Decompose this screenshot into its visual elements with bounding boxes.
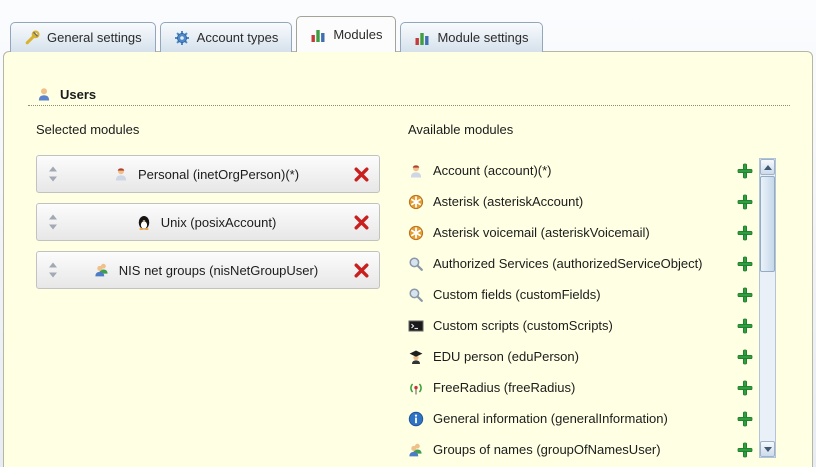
available-module-label: Authorized Services (authorizedServiceOb… <box>433 256 703 271</box>
group-icon <box>408 442 424 458</box>
remove-module-button[interactable] <box>352 165 370 183</box>
section-title: Users <box>60 87 96 102</box>
tab-general-settings[interactable]: General settings <box>10 22 156 52</box>
drag-handle-icon[interactable] <box>46 262 60 278</box>
available-modules-heading: Available modules <box>408 122 754 137</box>
available-module-row: EDU person (eduPerson) <box>408 341 754 372</box>
selected-module-row[interactable]: Personal (inetOrgPerson)(*) <box>36 155 380 193</box>
tab-label: General settings <box>47 30 142 45</box>
available-module-row: Custom scripts (customScripts) <box>408 310 754 341</box>
asterisk-icon <box>408 225 424 241</box>
available-modules-scrollbar[interactable] <box>759 158 776 458</box>
gear-icon <box>174 30 190 46</box>
available-module-row: Groups of names (groupOfNamesUser) <box>408 434 754 465</box>
scrollbar-thumb[interactable] <box>760 176 775 272</box>
available-module-label: Asterisk (asteriskAccount) <box>433 194 583 209</box>
available-module-label: Account (account)(*) <box>433 163 552 178</box>
tools-icon <box>24 30 40 46</box>
available-module-label: Asterisk voicemail (asteriskVoicemail) <box>433 225 650 240</box>
radius-icon <box>408 380 424 396</box>
triangle-up-icon <box>764 165 772 170</box>
add-module-button[interactable] <box>736 255 754 273</box>
tab-label: Module settings <box>437 30 528 45</box>
available-module-label: EDU person (eduPerson) <box>433 349 579 364</box>
available-module-row: General information (generalInformation) <box>408 403 754 434</box>
group-icon <box>94 262 110 278</box>
drag-handle-icon[interactable] <box>46 214 60 230</box>
add-module-button[interactable] <box>736 441 754 459</box>
add-module-button[interactable] <box>736 348 754 366</box>
terminal-icon <box>408 318 424 334</box>
available-module-label: Groups of names (groupOfNamesUser) <box>433 442 661 457</box>
tab-bar: General settings Account types Modules Modu… <box>10 16 543 52</box>
section-divider <box>28 105 790 106</box>
selected-module-label: NIS net groups (nisNetGroupUser) <box>119 263 318 278</box>
tab-account-types[interactable]: Account types <box>160 22 293 52</box>
asterisk-icon <box>408 194 424 210</box>
available-modules-column: Available modules Account (account)(*) As… <box>408 122 754 465</box>
selected-module-label: Unix (posixAccount) <box>161 215 277 230</box>
modules-icon <box>310 27 326 43</box>
selected-module-content: NIS net groups (nisNetGroupUser) <box>60 262 352 278</box>
add-module-button[interactable] <box>736 379 754 397</box>
selected-module-content: Personal (inetOrgPerson)(*) <box>60 166 352 182</box>
selected-modules-list: Personal (inetOrgPerson)(*) Unix (posixAc… <box>36 155 380 289</box>
available-module-label: FreeRadius (freeRadius) <box>433 380 575 395</box>
remove-module-button[interactable] <box>352 213 370 231</box>
unix-icon <box>136 214 152 230</box>
add-module-button[interactable] <box>736 193 754 211</box>
remove-module-button[interactable] <box>352 261 370 279</box>
scrollbar-down-button[interactable] <box>760 441 775 457</box>
available-module-row: Asterisk voicemail (asteriskVoicemail) <box>408 217 754 248</box>
selected-modules-heading: Selected modules <box>36 122 380 137</box>
tab-module-settings[interactable]: Module settings <box>400 22 542 52</box>
add-module-button[interactable] <box>736 162 754 180</box>
info-icon <box>408 411 424 427</box>
available-module-label: Custom fields (customFields) <box>433 287 601 302</box>
available-module-row: Account (account)(*) <box>408 155 754 186</box>
available-module-label: General information (generalInformation) <box>433 411 668 426</box>
add-module-button[interactable] <box>736 410 754 428</box>
available-module-row: Asterisk (asteriskAccount) <box>408 186 754 217</box>
selected-module-label: Personal (inetOrgPerson)(*) <box>138 167 299 182</box>
available-module-row: Authorized Services (authorizedServiceOb… <box>408 248 754 279</box>
tab-label: Account types <box>197 30 279 45</box>
user-icon <box>36 86 52 102</box>
add-module-button[interactable] <box>736 224 754 242</box>
personal-icon <box>113 166 129 182</box>
triangle-down-icon <box>764 447 772 452</box>
personal-icon <box>408 163 424 179</box>
selected-module-content: Unix (posixAccount) <box>60 214 352 230</box>
add-module-button[interactable] <box>736 317 754 335</box>
drag-handle-icon[interactable] <box>46 166 60 182</box>
tab-label: Modules <box>333 27 382 42</box>
selected-module-row[interactable]: Unix (posixAccount) <box>36 203 380 241</box>
available-modules-list: Account (account)(*) Asterisk (asteriskAc… <box>408 155 754 465</box>
available-module-row: FreeRadius (freeRadius) <box>408 372 754 403</box>
available-module-row: Custom fields (customFields) <box>408 279 754 310</box>
selected-module-row[interactable]: NIS net groups (nisNetGroupUser) <box>36 251 380 289</box>
section-heading-users: Users <box>36 86 96 102</box>
module-settings-icon <box>414 30 430 46</box>
edu-person-icon <box>408 349 424 365</box>
selected-modules-column: Selected modules Personal (inetOrgPerson… <box>36 122 380 299</box>
add-module-button[interactable] <box>736 286 754 304</box>
magnifier-icon <box>408 256 424 272</box>
tab-modules[interactable]: Modules <box>296 16 396 52</box>
magnifier-icon <box>408 287 424 303</box>
available-module-label: Custom scripts (customScripts) <box>433 318 613 333</box>
scrollbar-up-button[interactable] <box>760 159 775 175</box>
